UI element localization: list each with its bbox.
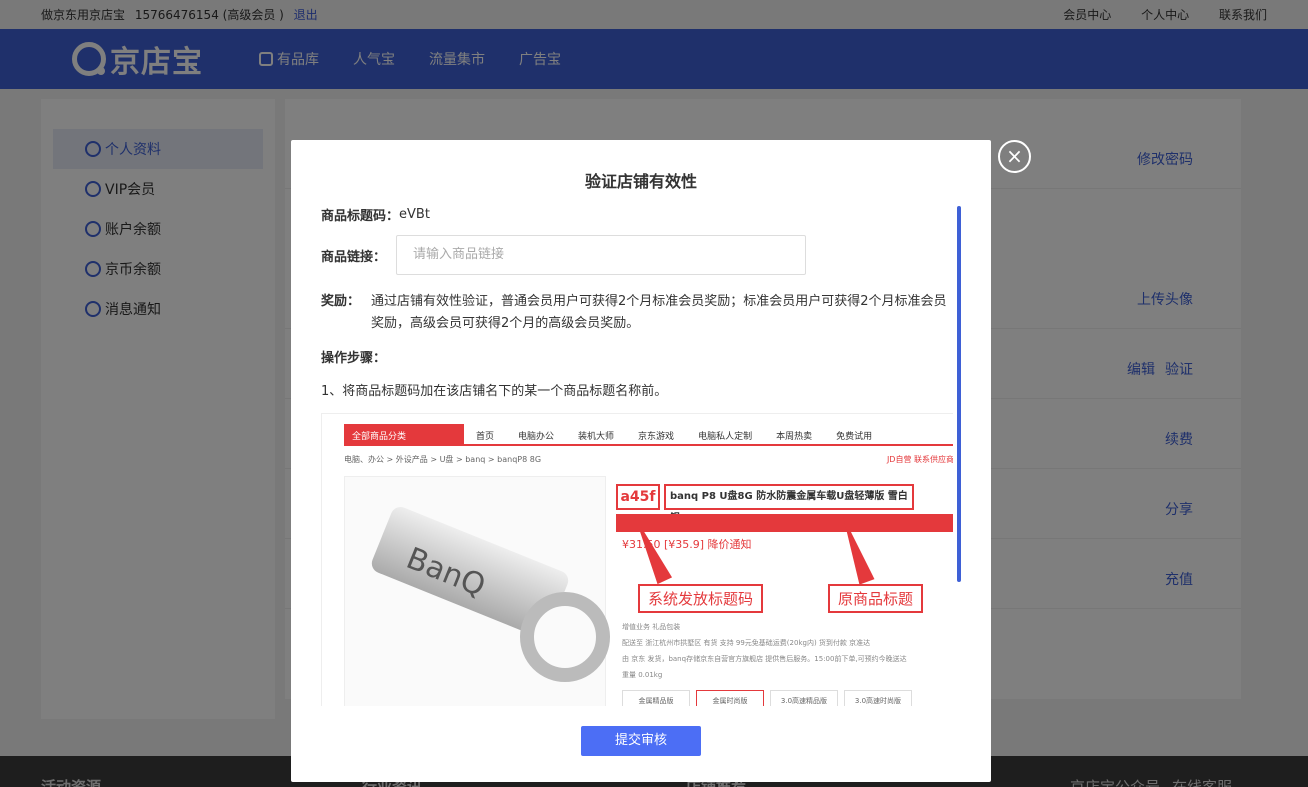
example-nav-item: 装机大师 bbox=[578, 432, 615, 442]
reward-section: 奖励： 通过店铺有效性验证，普通会员用户可获得2个月标准会员奖励；标准会员用户可… bbox=[321, 291, 953, 335]
example-code-box: a45f bbox=[616, 484, 660, 510]
example-category: 全部商品分类 bbox=[344, 424, 464, 444]
title-code-label: 商品标题码： bbox=[321, 208, 400, 224]
modal-scrollbar[interactable] bbox=[957, 206, 961, 582]
submit-review-button[interactable]: 提交审核 bbox=[581, 726, 701, 756]
reward-label: 奖励： bbox=[321, 294, 361, 309]
example-details: 增值业务 礼品包装 配送至 浙江杭州市拱墅区 有货 支持 99元免基础运费(20… bbox=[622, 619, 953, 683]
example-promo-band bbox=[616, 514, 953, 532]
example-nav-item: 京东游戏 bbox=[638, 432, 675, 442]
example-jd-tag: JD自营 联系供应商 bbox=[886, 455, 953, 464]
reward-text: 通过店铺有效性验证，普通会员用户可获得2个月标准会员奖励；标准会员用户可获得2个… bbox=[371, 294, 947, 331]
example-variants: 金属精品版 金属时尚版 3.0高速精品版 3.0高速时尚版 bbox=[622, 690, 953, 706]
title-code-row: 商品标题码： eVBt bbox=[321, 206, 953, 224]
usb-product-photo: BanQ bbox=[344, 476, 610, 706]
example-nav-item: 本周热卖 bbox=[776, 432, 813, 442]
annotation-code-label: 系统发放标题码 bbox=[638, 584, 764, 613]
annotation-title-label: 原商品标题 bbox=[828, 584, 924, 613]
product-link-label: 商品链接： bbox=[321, 249, 387, 265]
product-link-input[interactable]: 请输入商品链接 bbox=[396, 235, 807, 275]
example-variant: 3.0高速时尚版 bbox=[844, 690, 912, 706]
title-code-value: eVBt bbox=[399, 206, 430, 222]
example-detail-line: 重量 0.01kg bbox=[622, 671, 663, 679]
modal-body: 商品标题码： eVBt 商品链接： 请输入商品链接 奖励： 通过店铺有效性验证，… bbox=[321, 206, 953, 706]
example-detail-line: 增值业务 礼品包装 bbox=[622, 623, 681, 631]
example-detail-line: 配送至 浙江杭州市拱墅区 有货 支持 99元免基础运费(20kg内) 货到付款 … bbox=[622, 639, 871, 647]
close-icon[interactable]: × bbox=[998, 140, 1031, 173]
example-nav-item: 电脑私人定制 bbox=[698, 432, 753, 442]
example-breadcrumb: 电脑、办公 > 外设产品 > U盘 > banq > banqP8 8G bbox=[344, 455, 542, 464]
example-nav-item: 首页 bbox=[476, 432, 495, 442]
example-screenshot: 全部商品分类 首页 电脑办公 装机大师 京东游戏 电脑私人定制 本周热卖 免费试… bbox=[321, 413, 953, 706]
example-title-box: banq P8 U盘8G 防水防震金属车载U盘轻薄版 雪白银 bbox=[664, 484, 914, 524]
steps-title: 操作步骤： bbox=[321, 351, 387, 366]
usb-ring-shape bbox=[520, 592, 610, 682]
example-variant: 3.0高速精品版 bbox=[770, 690, 838, 706]
example-nav-item: 电脑办公 bbox=[518, 432, 555, 442]
modal-title: 验证店铺有效性 bbox=[584, 172, 697, 191]
example-variant: 金属精品版 bbox=[622, 690, 690, 706]
example-nav-item: 免费试用 bbox=[836, 432, 873, 442]
step-1-text: 1、将商品标题码加在该店铺名下的某一个商品标题名称前。 bbox=[321, 384, 668, 399]
verify-shop-modal: 验证店铺有效性 商品标题码： eVBt 商品链接： 请输入商品链接 奖励： 通过… bbox=[291, 140, 991, 782]
product-link-row: 商品链接： 请输入商品链接 bbox=[321, 235, 953, 275]
example-detail-line: 由 京东 发货，banq存储京东自营官方旗舰店 提供售后服务。15:00前下单,… bbox=[622, 655, 907, 663]
example-nav: 全部商品分类 首页 电脑办公 装机大师 京东游戏 电脑私人定制 本周热卖 免费试… bbox=[344, 424, 953, 446]
example-variant-selected: 金属时尚版 bbox=[696, 690, 764, 706]
